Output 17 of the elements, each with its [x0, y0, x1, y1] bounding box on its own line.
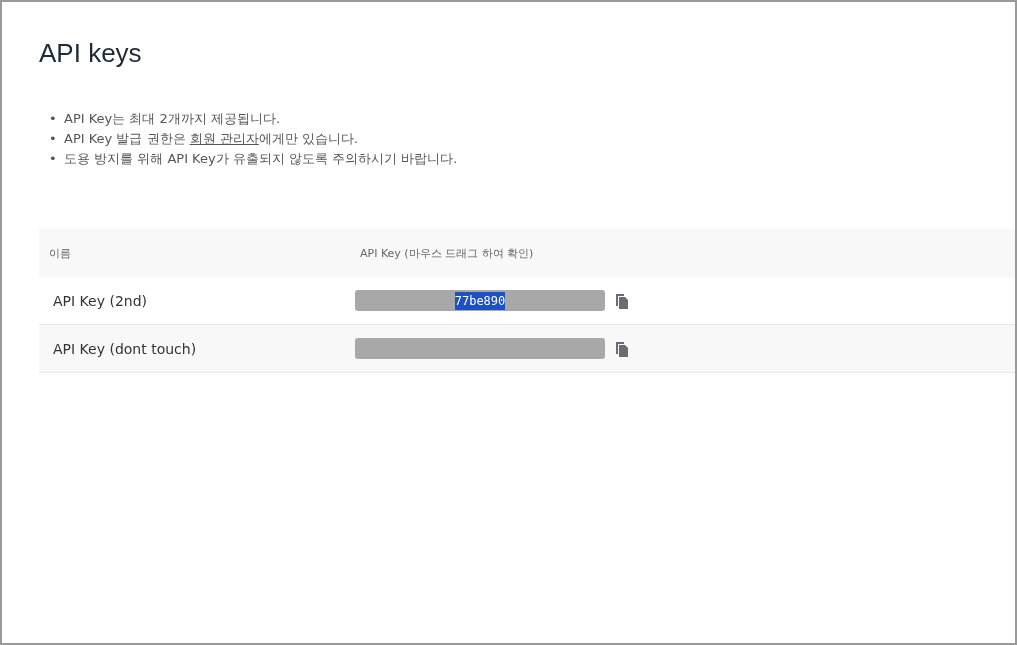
key-name: API Key (2nd)	[53, 292, 148, 309]
copy-icon[interactable]	[615, 292, 629, 309]
bullet: •	[49, 110, 56, 128]
key-name: API Key (dont touch)	[53, 340, 197, 357]
link[interactable]: 회원 관리자	[189, 131, 259, 146]
note-text: API Key 발급 권한은 회원 관리자에게만 있습니다.	[64, 130, 359, 148]
selected-key-text: 77be890	[454, 291, 506, 310]
bullet: •	[49, 130, 56, 148]
column-header: API Key (마우스 드래그 하여 확인)	[360, 246, 534, 260]
bullet: •	[49, 150, 56, 168]
masked-key-field[interactable]: 77be890	[355, 290, 605, 311]
note-text: API Key는 최대 2개까지 제공됩니다.	[64, 110, 281, 128]
copy-icon[interactable]	[615, 340, 629, 357]
masked-key-field[interactable]	[355, 338, 605, 359]
column-header: 이름	[49, 246, 71, 260]
page-title: API keys	[39, 38, 143, 69]
note-text: 도용 방지를 위해 API Key가 유출되지 않도록 주의하시기 바랍니다.	[64, 150, 458, 168]
